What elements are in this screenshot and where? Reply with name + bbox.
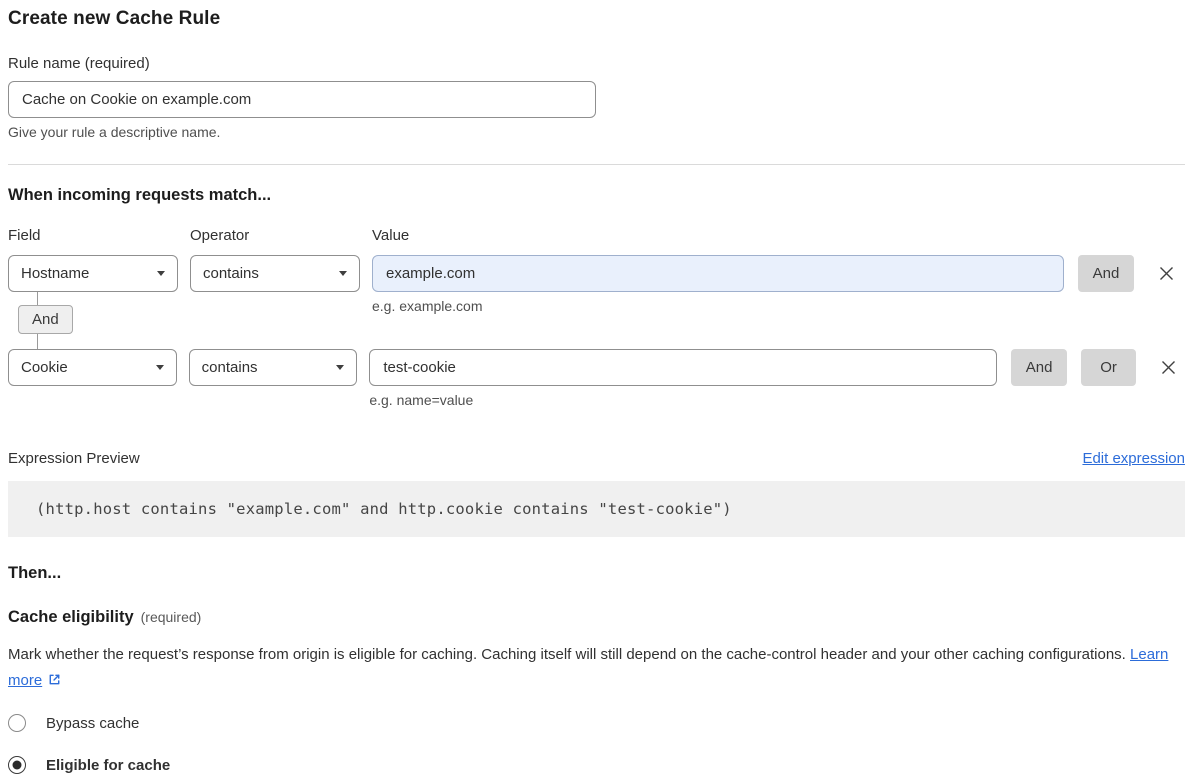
radio-option-bypass-cache[interactable]: Bypass cache <box>8 714 1185 732</box>
value-help: e.g. example.com <box>372 298 1064 314</box>
radio-option-eligible-for-cache[interactable]: Eligible for cache <box>8 756 1185 774</box>
operator-select[interactable]: contains <box>190 255 360 292</box>
value-column-label: Value <box>372 227 409 244</box>
expression-header: Expression Preview Edit expression <box>8 450 1185 467</box>
cache-eligibility-title: Cache eligibility <box>8 608 134 626</box>
expression-preview-label: Expression Preview <box>8 450 140 467</box>
required-note: (required) <box>141 609 202 625</box>
description-text: Mark whether the request’s response from… <box>8 646 1126 663</box>
cache-eligibility-description: Mark whether the request’s response from… <box>8 642 1173 693</box>
radio-icon[interactable] <box>8 714 26 732</box>
rule-name-help: Give your rule a descriptive name. <box>8 124 1185 140</box>
then-heading: Then... <box>8 564 1185 583</box>
value-input[interactable] <box>369 349 997 386</box>
cache-eligibility-options: Bypass cache Eligible for cache <box>8 714 1185 774</box>
operator-select[interactable]: contains <box>189 349 358 386</box>
chevron-down-icon <box>339 271 347 276</box>
chevron-down-icon <box>336 365 344 370</box>
or-button[interactable]: Or <box>1081 349 1136 386</box>
field-select[interactable]: Cookie <box>8 349 177 386</box>
builder-column-labels: Field Operator Value <box>8 227 1185 244</box>
page-title: Create new Cache Rule <box>8 8 1185 30</box>
radio-label: Eligible for cache <box>46 757 170 774</box>
field-select-value: Cookie <box>21 359 68 376</box>
connector-and-button[interactable]: And <box>18 305 73 334</box>
edit-expression-link[interactable]: Edit expression <box>1082 450 1185 467</box>
cache-eligibility-heading: Cache eligibility (required) <box>8 608 1185 627</box>
and-button[interactable]: And <box>1011 349 1066 386</box>
condition-connector: And <box>8 292 208 349</box>
remove-condition-button[interactable] <box>1149 255 1183 292</box>
radio-label: Bypass cache <box>46 715 139 732</box>
field-select-value: Hostname <box>21 265 89 282</box>
field-column-label: Field <box>8 227 178 244</box>
chevron-down-icon <box>157 271 165 276</box>
remove-condition-button[interactable] <box>1151 349 1185 386</box>
close-icon <box>1159 358 1178 377</box>
create-cache-rule-form: Create new Cache Rule Rule name (require… <box>0 0 1200 774</box>
external-link-icon <box>47 672 62 687</box>
value-cell: e.g. example.com <box>372 255 1064 314</box>
section-divider <box>8 164 1185 165</box>
chevron-down-icon <box>156 365 164 370</box>
condition-row: Cookie contains e.g. name=value And Or <box>8 349 1185 408</box>
and-button[interactable]: And <box>1078 255 1134 292</box>
match-heading: When incoming requests match... <box>8 186 1185 205</box>
value-cell: e.g. name=value <box>369 349 997 408</box>
field-select[interactable]: Hostname <box>8 255 178 292</box>
rule-name-label: Rule name (required) <box>8 55 1185 72</box>
operator-select-value: contains <box>203 265 259 282</box>
rule-name-input[interactable] <box>8 81 596 118</box>
operator-select-value: contains <box>202 359 258 376</box>
close-icon <box>1157 264 1176 283</box>
radio-icon[interactable] <box>8 756 26 774</box>
operator-column-label: Operator <box>190 227 360 244</box>
value-help: e.g. name=value <box>369 392 997 408</box>
value-input[interactable] <box>372 255 1064 292</box>
expression-code-block: (http.host contains "example.com" and ht… <box>8 481 1185 537</box>
